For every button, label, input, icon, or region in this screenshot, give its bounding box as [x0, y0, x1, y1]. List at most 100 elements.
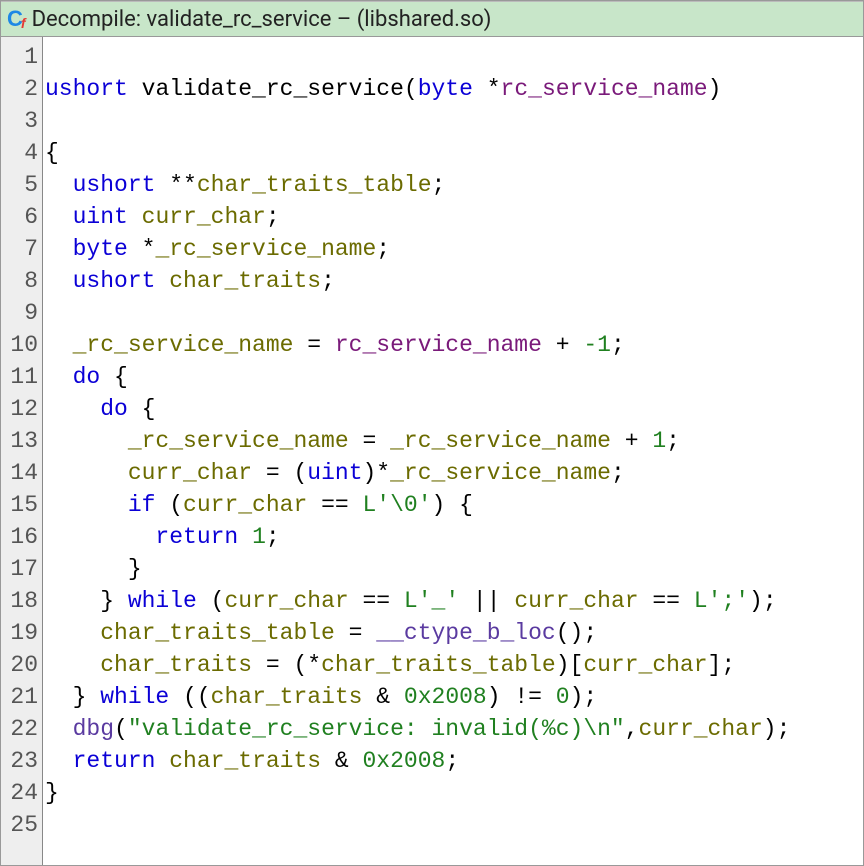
- code-token[interactable]: curr_char: [583, 652, 707, 678]
- code-token[interactable]: ushort: [45, 76, 128, 102]
- code-token[interactable]: [155, 268, 169, 294]
- code-token[interactable]: =: [349, 428, 390, 454]
- line-number[interactable]: 2: [7, 73, 38, 105]
- code-token[interactable]: return: [73, 748, 156, 774]
- code-line[interactable]: [45, 297, 857, 329]
- code-token[interactable]: while: [128, 588, 197, 614]
- code-token[interactable]: L'_': [404, 588, 459, 614]
- code-token[interactable]: char_traits: [211, 684, 363, 710]
- code-token[interactable]: _rc_service_name: [390, 428, 611, 454]
- line-number-gutter[interactable]: 1234567891011121314151617181920212223242…: [1, 37, 43, 865]
- code-token[interactable]: rc_service_name: [501, 76, 708, 102]
- code-token[interactable]: }: [45, 588, 128, 614]
- code-token[interactable]: char_traits_table: [321, 652, 556, 678]
- code-token[interactable]: ) {: [432, 492, 473, 518]
- code-line[interactable]: _rc_service_name = rc_service_name + -1;: [45, 329, 857, 361]
- code-token[interactable]: char_traits_table: [197, 172, 432, 198]
- line-number[interactable]: 17: [7, 553, 38, 585]
- code-token[interactable]: (: [404, 76, 418, 102]
- line-number[interactable]: 19: [7, 617, 38, 649]
- code-line[interactable]: char_traits_table = __ctype_b_loc();: [45, 617, 857, 649]
- code-token[interactable]: ;: [266, 204, 280, 230]
- titlebar[interactable]: Cf Decompile: validate_rc_service – (lib…: [1, 1, 863, 37]
- code-token[interactable]: *: [128, 236, 156, 262]
- code-token[interactable]: +: [611, 428, 652, 454]
- code-token[interactable]: 1: [252, 524, 266, 550]
- code-token[interactable]: ;: [432, 172, 446, 198]
- code-line[interactable]: do {: [45, 361, 857, 393]
- line-number[interactable]: 1: [7, 41, 38, 73]
- code-token[interactable]: )*: [363, 460, 391, 486]
- code-token[interactable]: uint: [307, 460, 362, 486]
- line-number[interactable]: 24: [7, 777, 38, 809]
- code-token[interactable]: char_traits: [100, 652, 252, 678]
- code-token[interactable]: [45, 620, 100, 646]
- line-number[interactable]: 9: [7, 297, 38, 329]
- line-number[interactable]: 21: [7, 681, 38, 713]
- code-token[interactable]: [45, 396, 100, 422]
- code-token[interactable]: ();: [556, 620, 597, 646]
- line-number[interactable]: 8: [7, 265, 38, 297]
- code-token[interactable]: curr_char: [142, 204, 266, 230]
- code-body[interactable]: ushort validate_rc_service(byte *rc_serv…: [43, 37, 863, 865]
- code-token[interactable]: = (*: [252, 652, 321, 678]
- code-line[interactable]: uint curr_char;: [45, 201, 857, 233]
- code-token[interactable]: ;: [611, 332, 625, 358]
- code-token[interactable]: );: [570, 684, 598, 710]
- code-token[interactable]: [45, 204, 73, 230]
- code-token[interactable]: ;: [321, 268, 335, 294]
- code-token[interactable]: [45, 460, 128, 486]
- code-token[interactable]: ;: [666, 428, 680, 454]
- line-number[interactable]: 25: [7, 809, 38, 841]
- code-token[interactable]: [238, 524, 252, 550]
- code-token[interactable]: {: [45, 140, 59, 166]
- code-token[interactable]: dbg: [73, 716, 114, 742]
- code-line[interactable]: do {: [45, 393, 857, 425]
- code-token[interactable]: &: [321, 748, 362, 774]
- line-number[interactable]: 13: [7, 425, 38, 457]
- code-token[interactable]: ;: [445, 748, 459, 774]
- code-token[interactable]: _rc_service_name: [390, 460, 611, 486]
- code-token[interactable]: *: [473, 76, 501, 102]
- code-line[interactable]: if (curr_char == L'\0') {: [45, 489, 857, 521]
- line-number[interactable]: 6: [7, 201, 38, 233]
- code-token[interactable]: ) !=: [487, 684, 556, 710]
- line-number[interactable]: 3: [7, 105, 38, 137]
- code-token[interactable]: 0: [556, 684, 570, 710]
- code-token[interactable]: =: [335, 620, 376, 646]
- code-line[interactable]: return char_traits & 0x2008;: [45, 745, 857, 777]
- code-token[interactable]: (: [155, 492, 183, 518]
- code-token[interactable]: ;: [376, 236, 390, 262]
- code-token[interactable]: [45, 492, 128, 518]
- code-token[interactable]: [45, 652, 100, 678]
- code-token[interactable]: = (: [252, 460, 307, 486]
- code-token[interactable]: char_traits_table: [100, 620, 335, 646]
- code-line[interactable]: dbg("validate_rc_service: invalid(%c)\n"…: [45, 713, 857, 745]
- code-token[interactable]: =: [293, 332, 334, 358]
- code-token[interactable]: rc_service_name: [335, 332, 542, 358]
- code-token[interactable]: +: [542, 332, 583, 358]
- code-token[interactable]: ||: [459, 588, 514, 614]
- code-token[interactable]: ((: [169, 684, 210, 710]
- code-token[interactable]: );: [763, 716, 791, 742]
- code-token[interactable]: ): [708, 76, 722, 102]
- code-token[interactable]: 0x2008: [404, 684, 487, 710]
- code-token[interactable]: "validate_rc_service: invalid(%c)\n": [128, 716, 625, 742]
- code-token[interactable]: [45, 268, 73, 294]
- code-token[interactable]: ;: [266, 524, 280, 550]
- code-token[interactable]: [45, 364, 73, 390]
- code-token[interactable]: ];: [708, 652, 736, 678]
- code-token[interactable]: do: [100, 396, 128, 422]
- line-number[interactable]: 7: [7, 233, 38, 265]
- code-token[interactable]: __ctype_b_loc: [376, 620, 555, 646]
- code-token[interactable]: [45, 172, 73, 198]
- code-token[interactable]: [128, 204, 142, 230]
- code-token[interactable]: 0x2008: [363, 748, 446, 774]
- code-token[interactable]: ==: [349, 588, 404, 614]
- code-token[interactable]: curr_char: [128, 460, 252, 486]
- code-line[interactable]: ushort char_traits;: [45, 265, 857, 297]
- code-token[interactable]: curr_char: [639, 716, 763, 742]
- code-token[interactable]: _rc_service_name: [128, 428, 349, 454]
- code-token[interactable]: -1: [583, 332, 611, 358]
- code-token[interactable]: [45, 428, 128, 454]
